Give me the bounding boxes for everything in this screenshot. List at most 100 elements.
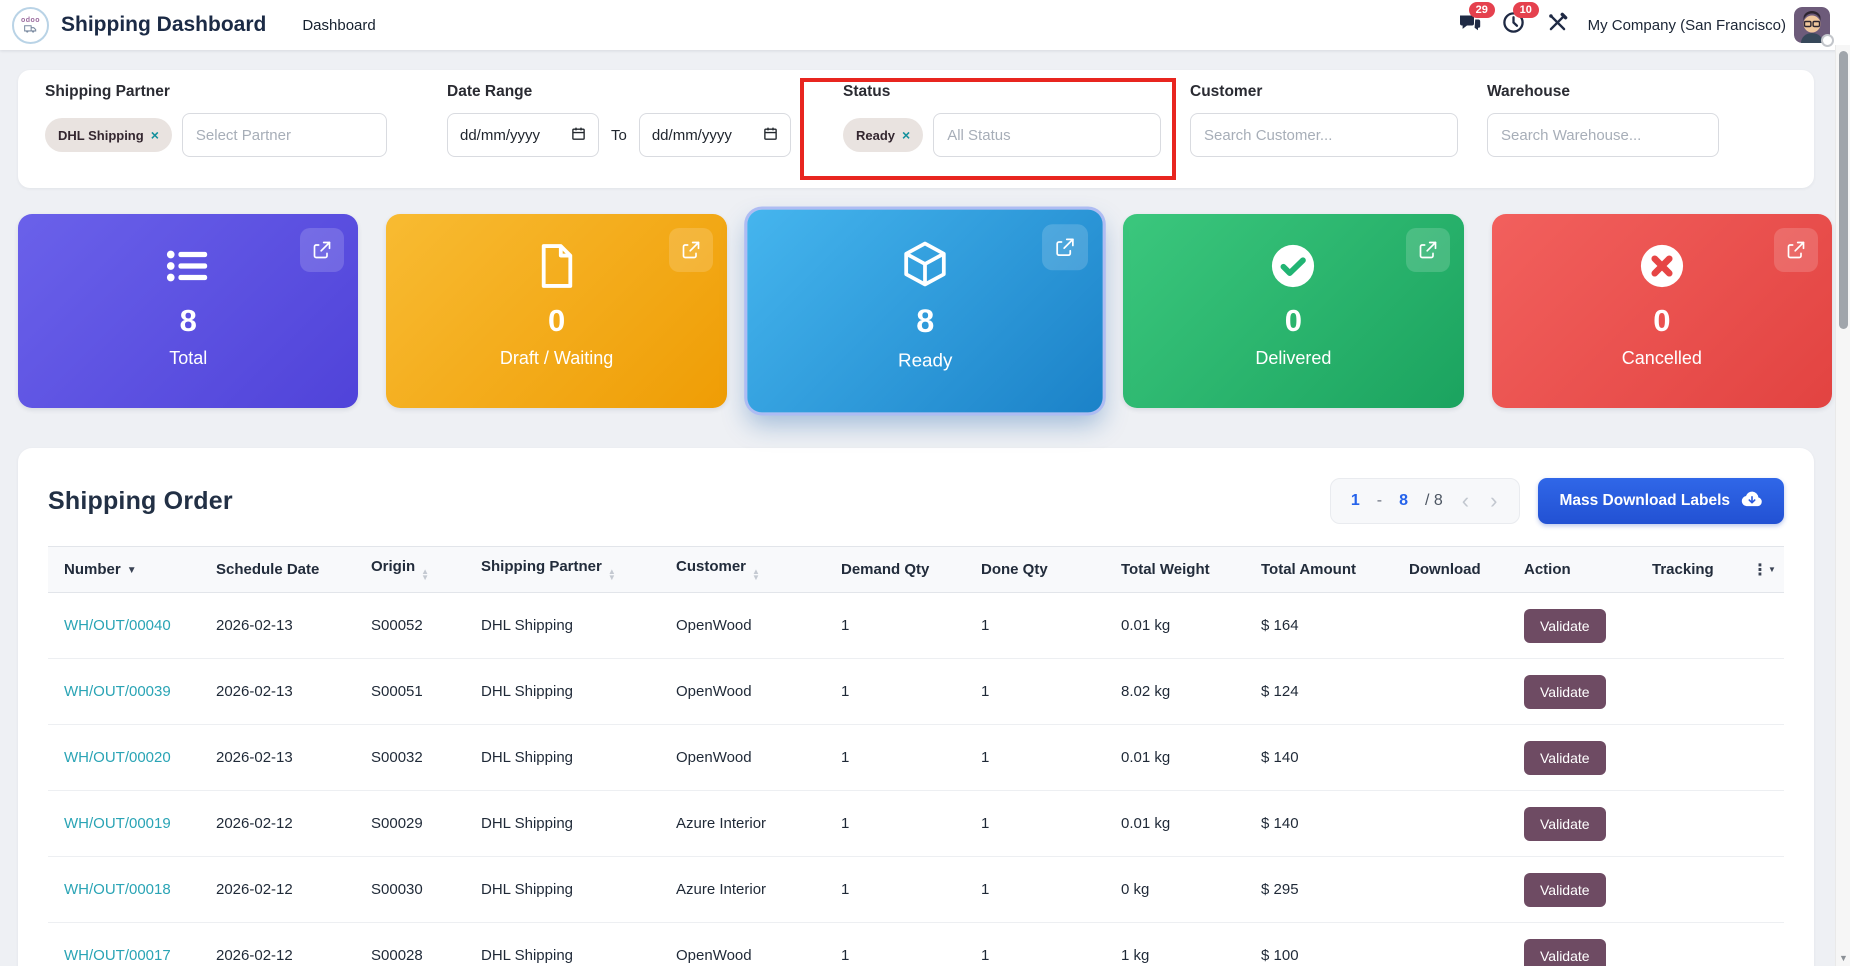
sort-desc-icon: ▼ [127, 565, 137, 576]
truck-icon [24, 25, 37, 33]
stat-card-ready[interactable]: 8 Ready [747, 210, 1103, 413]
column-header-demand-qty: Demand Qty [833, 547, 973, 593]
stat-card-delivered[interactable]: 0 Delivered [1123, 214, 1463, 408]
date-from-input[interactable]: dd/mm/yyyy [447, 113, 599, 157]
status-input[interactable] [933, 113, 1161, 157]
shipping-partner-cell: DHL Shipping [473, 659, 668, 725]
customer-cell: OpenWood [668, 725, 833, 791]
messages-button[interactable]: 29 [1452, 8, 1488, 42]
warehouse-search-input[interactable] [1487, 113, 1719, 157]
validate-button[interactable]: Validate [1524, 741, 1606, 775]
total-weight-cell: 1 kg [1113, 923, 1253, 966]
column-header-customer[interactable]: Customer▲▼ [668, 547, 833, 593]
order-number-link[interactable]: WH/OUT/00040 [64, 617, 171, 634]
customer-cell: Azure Interior [668, 857, 833, 923]
column-header-shipping-partner[interactable]: Shipping Partner▲▼ [473, 547, 668, 593]
stat-card-cancelled[interactable]: 0 Cancelled [1492, 214, 1832, 408]
stat-label: Total [169, 348, 207, 369]
scrollbar-thumb[interactable] [1839, 51, 1848, 329]
validate-button[interactable]: Validate [1524, 939, 1606, 966]
tracking-cell [1644, 923, 1744, 966]
validate-button[interactable]: Validate [1524, 873, 1606, 907]
remove-tag-icon[interactable]: × [151, 128, 159, 142]
date-to-input[interactable]: dd/mm/yyyy [639, 113, 791, 157]
order-number-link[interactable]: WH/OUT/00017 [64, 947, 171, 964]
row-settings-cell [1744, 593, 1784, 659]
status-tag: Ready × [843, 118, 923, 152]
demand-qty-cell: 1 [833, 659, 973, 725]
table-row: WH/OUT/00040 2026-02-13 S00052 DHL Shipp… [48, 593, 1784, 659]
external-link-icon[interactable] [669, 228, 713, 272]
total-amount-cell: $ 295 [1253, 857, 1401, 923]
activities-button[interactable]: 10 [1496, 8, 1532, 42]
download-cell [1401, 791, 1516, 857]
validate-button[interactable]: Validate [1524, 807, 1606, 841]
action-cell: Validate [1516, 857, 1644, 923]
action-cell: Validate [1516, 791, 1644, 857]
order-number-link[interactable]: WH/OUT/00018 [64, 881, 171, 898]
origin-cell: S00052 [363, 593, 473, 659]
external-link-icon[interactable] [1042, 224, 1088, 270]
remove-tag-icon[interactable]: × [902, 128, 910, 142]
external-link-icon[interactable] [300, 228, 344, 272]
shipping-partner-cell: DHL Shipping [473, 923, 668, 966]
scrollbar-down-arrow-icon[interactable]: ▼ [1836, 953, 1850, 963]
check-circle-icon [1270, 241, 1316, 291]
tracking-cell [1644, 659, 1744, 725]
external-link-icon[interactable] [1774, 228, 1818, 272]
demand-qty-cell: 1 [833, 923, 973, 966]
mass-download-label: Mass Download Labels [1559, 492, 1730, 510]
total-amount-cell: $ 140 [1253, 791, 1401, 857]
done-qty-cell: 1 [973, 593, 1113, 659]
validate-button[interactable]: Validate [1524, 609, 1606, 643]
date-range-label: Date Range [447, 83, 791, 101]
activities-badge: 10 [1513, 2, 1539, 18]
column-header-origin[interactable]: Origin▲▼ [363, 547, 473, 593]
row-settings-cell [1744, 857, 1784, 923]
status-label: Status [843, 83, 1161, 101]
sort-both-icon: ▲▼ [608, 569, 616, 581]
validate-button[interactable]: Validate [1524, 675, 1606, 709]
tracking-cell [1644, 593, 1744, 659]
list-icon [165, 241, 211, 291]
app-logo: odoo [12, 7, 49, 44]
filter-date-range: Date Range dd/mm/yyyy To dd/mm/yyyy [447, 83, 791, 157]
total-weight-cell: 0.01 kg [1113, 593, 1253, 659]
order-number-link[interactable]: WH/OUT/00019 [64, 815, 171, 832]
next-page-chevron-icon[interactable]: › [1488, 490, 1499, 512]
prev-page-chevron-icon[interactable]: ‹ [1460, 490, 1471, 512]
mass-download-labels-button[interactable]: Mass Download Labels [1538, 478, 1784, 524]
orders-section-title: Shipping Order [48, 487, 233, 516]
customer-search-input[interactable] [1190, 113, 1458, 157]
done-qty-cell: 1 [973, 725, 1113, 791]
schedule-date-cell: 2026-02-12 [208, 791, 363, 857]
shipping-partner-cell: DHL Shipping [473, 725, 668, 791]
action-cell: Validate [1516, 593, 1644, 659]
column-header-download: Download [1401, 547, 1516, 593]
column-settings-icon[interactable]: ⋮▼ [1752, 562, 1776, 579]
stat-card-draft-waiting[interactable]: 0 Draft / Waiting [386, 214, 726, 408]
stat-card-total[interactable]: 8 Total [18, 214, 358, 408]
company-switcher[interactable]: My Company (San Francisco) [1588, 17, 1786, 34]
external-link-icon[interactable] [1406, 228, 1450, 272]
column-header-number[interactable]: Number▼ [48, 547, 208, 593]
action-cell: Validate [1516, 659, 1644, 725]
page-dash: - [1377, 492, 1382, 510]
table-row: WH/OUT/00017 2026-02-12 S00028 DHL Shipp… [48, 923, 1784, 966]
total-weight-cell: 0.01 kg [1113, 725, 1253, 791]
table-row: WH/OUT/00018 2026-02-12 S00030 DHL Shipp… [48, 857, 1784, 923]
origin-cell: S00051 [363, 659, 473, 725]
stat-label: Ready [898, 350, 952, 372]
sort-both-icon: ▲▼ [752, 569, 760, 581]
column-header-total-weight: Total Weight [1113, 547, 1253, 593]
demand-qty-cell: 1 [833, 857, 973, 923]
menu-item-dashboard[interactable]: Dashboard [302, 17, 375, 34]
action-cell: Validate [1516, 923, 1644, 966]
debug-tools-button[interactable] [1540, 8, 1576, 42]
order-number-link[interactable]: WH/OUT/00020 [64, 749, 171, 766]
order-number-link[interactable]: WH/OUT/00039 [64, 683, 171, 700]
tracking-cell [1644, 725, 1744, 791]
user-avatar[interactable] [1794, 7, 1830, 43]
table-row: WH/OUT/00039 2026-02-13 S00051 DHL Shipp… [48, 659, 1784, 725]
shipping-partner-input[interactable] [182, 113, 387, 157]
